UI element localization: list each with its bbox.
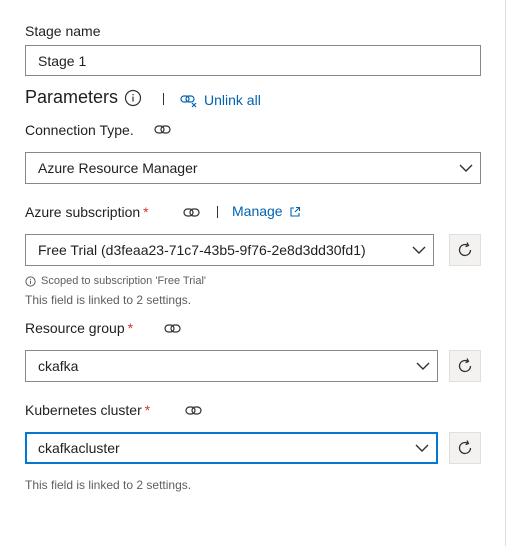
resource-group-value: ckafka <box>38 358 79 374</box>
azure-subscription-label-text: Azure subscription <box>25 204 141 220</box>
azure-subscription-value: Free Trial (d3feaa23-71c7-43b5-9f76-2e8d… <box>38 242 366 258</box>
stage-name-label: Stage name <box>25 23 101 39</box>
stage-name-input[interactable]: Stage 1 <box>25 45 481 76</box>
subscription-linked-note: This field is linked to 2 settings. <box>25 293 192 307</box>
connection-type-select[interactable]: Azure Resource Manager <box>25 152 481 184</box>
manage-label: Manage <box>232 203 283 219</box>
open-external-icon <box>289 205 301 217</box>
kubernetes-cluster-select[interactable]: ckafkacluster <box>25 432 438 464</box>
azure-subscription-select[interactable]: Free Trial (d3feaa23-71c7-43b5-9f76-2e8d… <box>25 234 434 266</box>
refresh-icon <box>456 357 474 375</box>
unlink-all-label: Unlink all <box>204 92 261 108</box>
kubernetes-cluster-value: ckafkacluster <box>38 440 120 456</box>
link-icon[interactable] <box>164 322 182 336</box>
chevron-down-icon <box>408 434 436 462</box>
required-marker: * <box>127 320 134 336</box>
refresh-kubernetes-cluster-button[interactable] <box>449 432 481 464</box>
parameters-heading: Parameters <box>25 87 119 107</box>
info-icon[interactable] <box>124 89 142 107</box>
azure-subscription-label: Azure subscription * <box>25 203 149 221</box>
divider <box>217 206 218 218</box>
scoped-note: Scoped to subscription 'Free Trial' <box>25 274 206 289</box>
info-icon <box>25 276 36 287</box>
link-icon[interactable] <box>185 404 203 418</box>
unlink-icon <box>180 92 198 108</box>
unlink-all-button[interactable]: Unlink all <box>180 92 261 108</box>
scoped-note-text: Scoped to subscription 'Free Trial' <box>41 275 206 287</box>
link-icon[interactable] <box>154 123 172 137</box>
connection-type-value: Azure Resource Manager <box>38 160 198 176</box>
required-marker: * <box>143 204 149 220</box>
panel-right-border <box>505 0 506 546</box>
refresh-icon <box>456 241 474 259</box>
kubernetes-cluster-label-text: Kubernetes cluster <box>25 402 142 418</box>
refresh-subscription-button[interactable] <box>449 234 481 266</box>
refresh-resource-group-button[interactable] <box>449 350 481 382</box>
manage-link[interactable]: Manage <box>232 203 301 219</box>
stage-name-value: Stage 1 <box>38 52 87 69</box>
resource-group-label-text: Resource group <box>25 320 125 336</box>
refresh-icon <box>456 439 474 457</box>
link-icon[interactable] <box>183 206 201 220</box>
resource-group-label: Resource group * <box>25 319 133 337</box>
connection-type-label: Connection Type. <box>25 122 134 138</box>
chevron-down-icon <box>409 351 437 381</box>
chevron-down-icon <box>452 153 480 183</box>
divider <box>163 93 164 105</box>
kubernetes-cluster-label: Kubernetes cluster * <box>25 401 150 419</box>
resource-group-select[interactable]: ckafka <box>25 350 438 382</box>
chevron-down-icon <box>405 235 433 265</box>
required-marker: * <box>144 402 151 418</box>
cluster-linked-note: This field is linked to 2 settings. <box>25 478 192 492</box>
